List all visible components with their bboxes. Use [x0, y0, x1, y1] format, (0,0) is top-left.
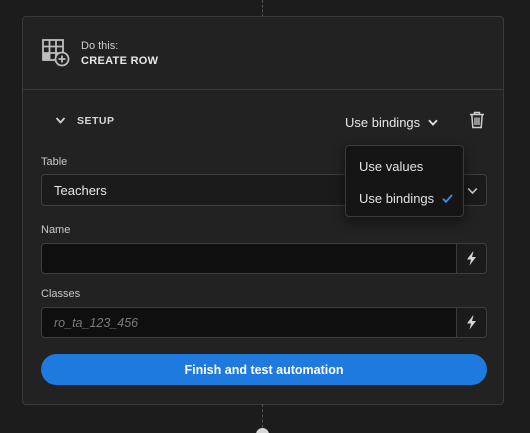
finish-and-test-button[interactable]: Finish and test automation: [41, 354, 487, 385]
menu-item-use-bindings[interactable]: Use bindings: [346, 184, 463, 212]
table-select-value: Teachers: [54, 182, 107, 198]
step-header: Do this: CREATE ROW: [23, 17, 503, 90]
name-bindings-button[interactable]: [456, 243, 487, 274]
name-field-group: [41, 243, 487, 274]
automation-step-card: Do this: CREATE ROW SETUP Use bindings T…: [22, 16, 504, 405]
action-name: CREATE ROW: [81, 54, 159, 67]
name-field-label: Name: [41, 224, 71, 236]
name-input[interactable]: [41, 243, 456, 274]
lightning-bolt-icon: [467, 251, 476, 266]
classes-field-label: Classes: [41, 288, 81, 300]
setup-section-header: SETUP Use bindings: [23, 107, 503, 135]
bindings-mode-value: Use bindings: [345, 114, 421, 130]
lightning-bolt-icon: [467, 315, 476, 330]
flow-connector-top: [262, 0, 263, 17]
add-step-node[interactable]: [256, 428, 269, 433]
bindings-dropdown-menu: Use values Use bindings: [345, 145, 464, 217]
classes-field-group: [41, 307, 487, 338]
chevron-down-icon: [467, 187, 478, 195]
trash-icon[interactable]: [469, 111, 485, 129]
classes-bindings-button[interactable]: [456, 307, 487, 338]
checkmark-icon: [442, 194, 453, 203]
do-this-label: Do this:: [81, 39, 119, 52]
classes-input[interactable]: [41, 307, 456, 338]
table-plus-icon: [42, 39, 70, 67]
table-field-label: Table: [41, 156, 68, 168]
menu-item-use-values[interactable]: Use values: [346, 152, 463, 180]
chevron-down-icon: [428, 119, 438, 126]
setup-label[interactable]: SETUP: [77, 115, 115, 127]
chevron-down-icon[interactable]: [55, 116, 66, 125]
bindings-mode-select[interactable]: Use bindings: [345, 112, 438, 132]
